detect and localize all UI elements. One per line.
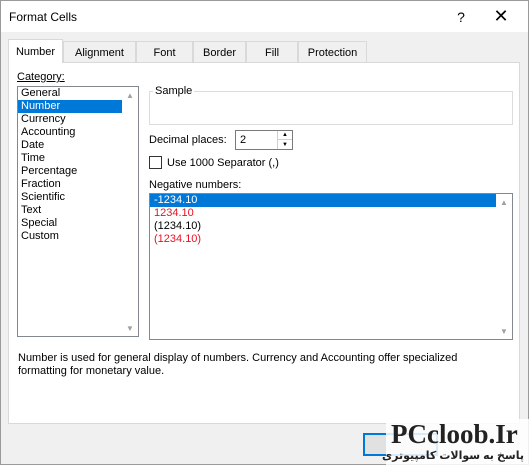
category-item-time[interactable]: Time xyxy=(18,152,138,165)
watermark-logo: PCcloob.Ir xyxy=(391,419,518,449)
category-item-custom[interactable]: Custom xyxy=(18,230,138,243)
decimal-places-stepper[interactable]: 2 ▲ ▼ xyxy=(235,130,293,150)
category-item-accounting[interactable]: Accounting xyxy=(18,126,138,139)
category-item-special[interactable]: Special xyxy=(18,217,138,230)
category-item-scientific[interactable]: Scientific xyxy=(18,191,138,204)
category-item-general[interactable]: General xyxy=(18,87,138,100)
help-button[interactable]: ? xyxy=(441,1,481,32)
tab-font[interactable]: Font xyxy=(136,41,193,63)
category-scrollbar[interactable]: ▲ ▼ xyxy=(122,87,138,336)
category-item-percentage[interactable]: Percentage xyxy=(18,165,138,178)
tab-alignment[interactable]: Alignment xyxy=(63,41,136,63)
category-item-date[interactable]: Date xyxy=(18,139,138,152)
thousand-separator-label[interactable]: Use 1000 Separator (,) xyxy=(167,157,279,169)
negative-option[interactable]: -1234.10 xyxy=(150,194,496,207)
tab-number[interactable]: Number xyxy=(8,39,63,63)
category-label: Category: xyxy=(17,71,65,83)
negative-numbers-list[interactable]: -1234.10 1234.10 (1234.10) (1234.10) ▲ ▼ xyxy=(149,193,513,340)
tab-fill[interactable]: Fill xyxy=(246,41,298,63)
category-label-text: Category: xyxy=(17,71,65,83)
decimal-places-label: Decimal places: xyxy=(149,134,227,146)
spin-buttons: ▲ ▼ xyxy=(277,131,292,149)
category-item-number[interactable]: Number xyxy=(18,100,138,113)
tab-border[interactable]: Border xyxy=(193,41,246,63)
category-item-fraction[interactable]: Fraction xyxy=(18,178,138,191)
spin-down-icon[interactable]: ▼ xyxy=(277,140,292,149)
format-description: Number is used for general display of nu… xyxy=(18,352,458,377)
scroll-up-icon[interactable]: ▲ xyxy=(496,195,512,209)
watermark: PCcloob.Ir پاسخ به سوالات کامپیوتری xyxy=(382,419,529,465)
scroll-down-icon[interactable]: ▼ xyxy=(122,321,138,335)
category-list[interactable]: General Number Currency Accounting Date … xyxy=(17,86,139,337)
sample-group: Sample xyxy=(149,85,513,125)
tab-protection[interactable]: Protection xyxy=(298,41,367,63)
category-item-currency[interactable]: Currency xyxy=(18,113,138,126)
watermark-subtitle: پاسخ به سوالات کامپیوتری xyxy=(382,450,524,462)
scroll-up-icon[interactable]: ▲ xyxy=(122,88,138,102)
negative-option[interactable]: 1234.10 xyxy=(150,207,512,220)
dialog-title: Format Cells xyxy=(9,10,78,24)
format-cells-dialog: Format Cells ? ✕ Number Alignment Font B… xyxy=(0,0,529,465)
title-bar: Format Cells ? ✕ xyxy=(1,1,528,32)
spin-up-icon[interactable]: ▲ xyxy=(277,131,292,140)
sample-label: Sample xyxy=(153,85,195,97)
number-tab-panel: Category: General Number Currency Accoun… xyxy=(8,62,520,424)
negative-option[interactable]: (1234.10) xyxy=(150,233,512,246)
category-item-text[interactable]: Text xyxy=(18,204,138,217)
negative-numbers-scrollbar[interactable]: ▲ ▼ xyxy=(496,194,512,339)
negative-option[interactable]: (1234.10) xyxy=(150,220,512,233)
thousand-separator-checkbox[interactable] xyxy=(149,156,162,169)
negative-numbers-label: Negative numbers: xyxy=(149,179,242,191)
decimal-places-value[interactable]: 2 xyxy=(240,134,246,146)
scroll-down-icon[interactable]: ▼ xyxy=(496,324,512,338)
close-button[interactable]: ✕ xyxy=(481,1,521,32)
